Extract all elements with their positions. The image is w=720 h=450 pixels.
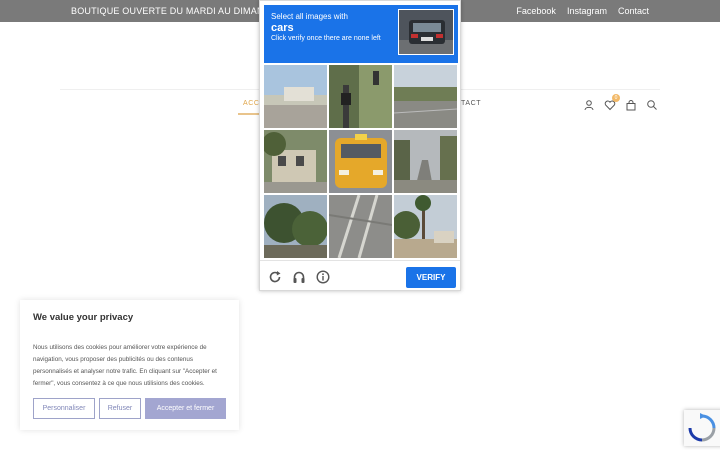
- reload-icon[interactable]: [268, 270, 282, 284]
- contact-link[interactable]: Contact: [618, 6, 649, 16]
- instagram-link[interactable]: Instagram: [567, 6, 607, 16]
- captcha-target: cars: [271, 22, 294, 34]
- cookie-consent-banner: We value your privacy Nous utilisons des…: [20, 300, 239, 430]
- verify-button[interactable]: VERIFY: [406, 267, 456, 288]
- recaptcha-badge[interactable]: [684, 410, 720, 446]
- captcha-instruction: Select all images with: [271, 12, 348, 21]
- captcha-tile-5[interactable]: [329, 130, 392, 193]
- top-links: Facebook Instagram Contact: [516, 6, 649, 16]
- customize-button[interactable]: Personnaliser: [33, 398, 95, 419]
- captcha-image-grid: [264, 65, 458, 259]
- audio-icon[interactable]: [292, 270, 306, 284]
- captcha-tile-9[interactable]: [394, 195, 457, 258]
- cookie-description: Nous utilisons des cookies pour améliore…: [33, 344, 217, 387]
- refuse-button[interactable]: Refuser: [99, 398, 141, 419]
- search-icon[interactable]: [646, 98, 658, 110]
- recaptcha-logo-icon: [688, 413, 716, 442]
- nav-item-accueil[interactable]: ACC: [243, 100, 260, 107]
- cart-bag-icon[interactable]: [625, 98, 637, 111]
- captcha-tile-3[interactable]: [394, 65, 457, 128]
- captcha-tile-2[interactable]: [329, 65, 392, 128]
- captcha-tile-7[interactable]: [264, 195, 327, 258]
- nav-item-contact[interactable]: TACT: [461, 100, 481, 107]
- captcha-footer: VERIFY: [260, 260, 460, 291]
- nav-icons: 0: [583, 94, 658, 111]
- cookie-title: We value your privacy: [33, 312, 134, 323]
- wishlist-heart-icon[interactable]: 0: [604, 94, 620, 111]
- wishlist-count-badge: 0: [612, 94, 620, 102]
- info-icon[interactable]: [316, 270, 330, 284]
- captcha-tile-8[interactable]: [329, 195, 392, 258]
- captcha-tile-4[interactable]: [264, 130, 327, 193]
- recaptcha-challenge: Select all images with cars Click verify…: [259, 0, 461, 291]
- accept-and-close-button[interactable]: Accepter et fermer: [145, 398, 226, 419]
- captcha-header: Select all images with cars Click verify…: [264, 5, 458, 63]
- captcha-hint: Click verify once there are none left: [271, 35, 381, 42]
- user-icon[interactable]: [583, 98, 595, 111]
- captcha-tile-1[interactable]: [264, 65, 327, 128]
- captcha-sample-car-image: [398, 9, 454, 55]
- facebook-link[interactable]: Facebook: [516, 6, 556, 16]
- captcha-tile-6[interactable]: [394, 130, 457, 193]
